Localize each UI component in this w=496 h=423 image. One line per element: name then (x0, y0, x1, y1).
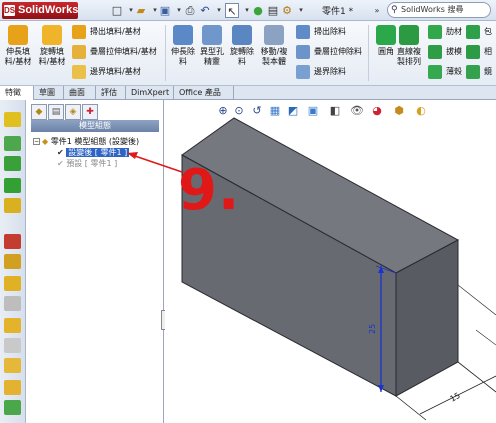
callout-arrowhead (127, 152, 138, 159)
apply-scene-icon[interactable]: ⬢ (392, 104, 406, 118)
sketch-edge (457, 284, 496, 316)
display-style-icon[interactable]: ◧ (328, 104, 342, 118)
callout-arrow (131, 154, 183, 173)
width-dimension-label[interactable]: 15 (449, 391, 462, 404)
hide-show-items-icon[interactable]: 👁 (350, 104, 364, 118)
zoom-to-fit-icon[interactable]: ⊕ (216, 104, 230, 118)
previous-view-icon[interactable]: ↺ (250, 104, 264, 118)
step-number-annotation: 9. (178, 158, 241, 223)
dynamic-annotation-icon[interactable]: ◩ (286, 104, 300, 118)
section-view-icon[interactable]: ▦ (268, 104, 282, 118)
zoom-to-area-icon[interactable]: ⊙ (232, 104, 246, 118)
height-dimension-label[interactable]: 25 (368, 324, 377, 334)
width-extension-line-2 (457, 361, 496, 393)
sketch-edge (475, 329, 496, 346)
model-view: 25 15 (127, 117, 496, 421)
view-settings-icon[interactable]: ◐ (414, 104, 428, 118)
width-extension-line-1 (395, 395, 427, 421)
edit-appearance-icon[interactable]: ◕ (370, 104, 384, 118)
view-orientation-icon[interactable]: ▣ (306, 104, 320, 118)
